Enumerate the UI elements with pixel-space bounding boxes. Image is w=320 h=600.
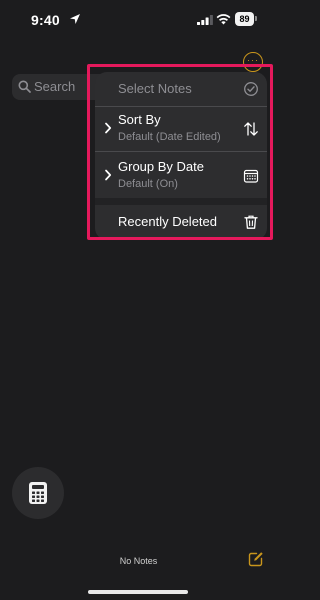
- notes-count-label: No Notes: [119, 556, 158, 566]
- arrow-up-down-icon: [244, 122, 258, 136]
- menu-item-group-by-date[interactable]: Group By Date Default (On): [95, 152, 267, 198]
- signal-bars-icon: [197, 15, 213, 25]
- battery-tip: [255, 16, 257, 21]
- menu-item-label: Sort By: [118, 112, 161, 127]
- calculator-icon: [29, 482, 47, 504]
- calendar-icon: [243, 169, 259, 183]
- status-bar: 9:40 89: [0, 0, 277, 42]
- compose-icon[interactable]: [248, 551, 264, 567]
- search-icon: [18, 80, 31, 93]
- chevron-right-icon: [105, 169, 112, 181]
- menu-item-label: Select Notes: [118, 81, 192, 96]
- chevron-right-icon: [105, 122, 112, 134]
- menu-item-recently-deleted[interactable]: Recently Deleted: [95, 205, 267, 240]
- calculator-button[interactable]: [12, 467, 64, 519]
- menu-item-label: Group By Date: [118, 159, 204, 174]
- menu-item-label: Recently Deleted: [118, 214, 217, 229]
- menu-section-separator: [95, 198, 267, 205]
- checkmark-circle-icon: [244, 82, 258, 96]
- more-options-button[interactable]: ···: [243, 52, 263, 72]
- menu-item-sort-by[interactable]: Sort By Default (Date Edited): [95, 106, 267, 152]
- menu-item-select-notes[interactable]: Select Notes: [95, 72, 267, 107]
- menu-item-subtitle: Default (On): [118, 178, 178, 190]
- status-time: 9:40: [31, 12, 60, 28]
- context-menu: Select Notes Sort By Default (Date Edite…: [95, 72, 267, 240]
- battery-icon: 89: [235, 12, 254, 26]
- wifi-icon: [216, 14, 231, 25]
- location-arrow-icon: [70, 14, 80, 24]
- trash-icon: [244, 215, 258, 229]
- ellipsis-circle-icon: ···: [247, 54, 259, 65]
- menu-item-subtitle: Default (Date Edited): [118, 131, 221, 143]
- home-indicator: [88, 590, 188, 594]
- search-placeholder: Search: [34, 79, 76, 94]
